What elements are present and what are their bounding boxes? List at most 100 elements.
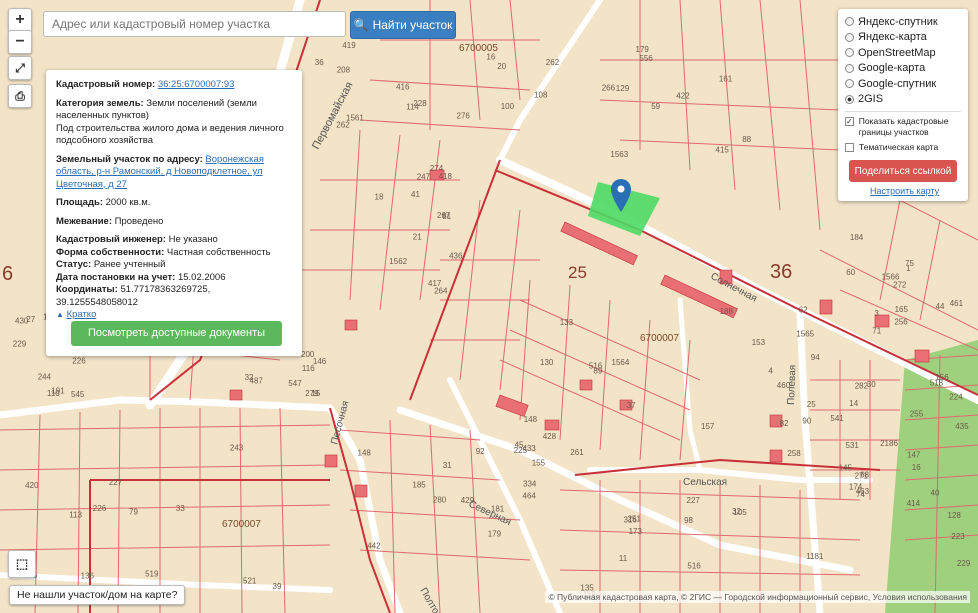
radio-icon[interactable]: [845, 48, 854, 58]
layer-option-label: Яндекс-спутник: [858, 15, 938, 28]
parcel-number: 433: [522, 444, 536, 453]
configure-map-link[interactable]: Настроить карту: [870, 186, 939, 196]
parcel-number: 156: [935, 373, 949, 382]
block-number-36: 36: [770, 261, 792, 283]
survey-value: Проведено: [114, 215, 164, 227]
borders-checkbox-row[interactable]: ✓ Показать кадастровые границы участков: [845, 116, 961, 138]
parcel-number: 418: [439, 172, 453, 181]
print-icon[interactable]: ⎙: [8, 84, 32, 108]
fullscreen-icon[interactable]: ⤢: [8, 56, 32, 80]
search-input[interactable]: [43, 11, 346, 37]
cadastral-number-link[interactable]: 36:25:6700007:93: [158, 79, 235, 90]
parcel-number: 62: [799, 306, 808, 315]
parcel-number: 243: [230, 443, 244, 452]
parcel-number: 1181: [806, 552, 824, 561]
parcel-number: 229: [13, 340, 27, 349]
parcel-number: 416: [396, 83, 410, 92]
parcel-number: 208: [337, 66, 351, 75]
coords-label: Координаты:: [56, 284, 118, 295]
layer-option-label: 2GIS: [858, 93, 884, 106]
parcel-number: 33: [176, 504, 185, 513]
parcel-number: 226: [93, 504, 107, 513]
parcel-number: 157: [701, 422, 715, 431]
layer-option[interactable]: Яндекс-спутник: [845, 14, 961, 30]
parcel-number: 39: [273, 582, 282, 591]
parcel-number: 44: [936, 302, 945, 311]
search-button[interactable]: 🔍 Найти участок: [350, 11, 456, 39]
purpose-value: Под строительства жилого дома и ведения …: [56, 122, 284, 147]
thematic-checkbox-row[interactable]: Тематическая карта: [845, 142, 961, 153]
parcel-number: 30: [867, 380, 876, 389]
parcel-number: 430: [15, 317, 29, 326]
parcel-number: 113: [69, 511, 82, 520]
engineer-label: Кадастровый инженер:: [56, 234, 166, 245]
street-label-selskaya: Сельская: [683, 477, 727, 488]
parcel-info-panel: Кадастровый номер: 36:25:6700007:93 Кате…: [46, 70, 302, 356]
parcel-number: 420: [25, 481, 39, 490]
radio-icon[interactable]: [845, 94, 854, 104]
layer-option[interactable]: Google-спутник: [845, 76, 961, 92]
borders-checkbox-label: Показать кадастровые границы участков: [858, 116, 949, 137]
parcel-number: 136: [81, 571, 95, 580]
parcel-number: 521: [243, 577, 257, 586]
date-label: Дата постановки на учет:: [56, 271, 176, 283]
date-row: Дата постановки на учет: 15.02.2006: [56, 272, 292, 285]
ownership-label: Форма собственности:: [56, 246, 165, 258]
parcel-number: 267: [437, 211, 451, 220]
parcel-number: 414: [907, 499, 921, 508]
parcel-number: 25: [807, 400, 816, 409]
parcel-number: 436: [449, 252, 463, 261]
parcel-number: 258: [787, 449, 801, 458]
parcel-number: 429: [461, 496, 475, 505]
radio-icon[interactable]: [845, 79, 854, 89]
parcel-number: 428: [543, 432, 557, 441]
category-label: Категория земель:: [56, 97, 144, 109]
zoom-in-button[interactable]: +: [8, 8, 32, 32]
brief-link[interactable]: Кратко: [67, 309, 97, 320]
parcel-number: 1562: [389, 257, 407, 266]
select-area-icon[interactable]: ⬚: [8, 550, 36, 578]
parcel-number: 1566: [882, 273, 900, 282]
parcel-number: 3: [874, 309, 879, 318]
share-link-button[interactable]: Поделиться ссылкой: [849, 160, 957, 182]
map-attribution: © Публичная кадастровая карта, © 2ГИС — …: [545, 591, 970, 603]
layer-option[interactable]: Google-карта: [845, 61, 961, 77]
radio-icon[interactable]: [845, 32, 854, 42]
block-number-6: 6: [2, 263, 13, 285]
layer-option[interactable]: Яндекс-карта: [845, 30, 961, 46]
parcel-number: 264: [434, 286, 448, 295]
parcel-number: 21: [413, 233, 422, 242]
parcel-number: 153: [752, 338, 766, 347]
parcel-number: 116: [302, 364, 315, 373]
parcel-number: 75: [905, 259, 914, 268]
layer-option-label: Google-спутник: [858, 77, 937, 90]
status-row: Статус: Ранее учтенный: [56, 259, 292, 272]
radio-icon[interactable]: [845, 17, 854, 27]
parcel-number: 226: [72, 356, 86, 365]
borders-checkbox[interactable]: ✓: [845, 117, 854, 126]
parcel-number: 59: [651, 102, 660, 111]
not-found-button[interactable]: Не нашли участок/дом на карте?: [9, 585, 186, 605]
parcel-number: 422: [676, 92, 690, 101]
parcel-number: 188: [720, 307, 734, 316]
cadastral-label: Кадастровый номер:: [56, 79, 156, 90]
parcel-number: 419: [342, 41, 356, 50]
address-row: Земельный участок по адресу: Воронежская…: [56, 154, 292, 192]
parcel-number: 227: [687, 496, 701, 505]
radio-icon[interactable]: [845, 63, 854, 73]
parcel-number: 282: [855, 381, 869, 390]
parcel-number: 547: [288, 379, 302, 388]
zoom-out-button[interactable]: −: [8, 30, 32, 54]
view-documents-button[interactable]: Посмотреть доступные документы: [71, 321, 282, 346]
parcel-number: 148: [524, 415, 538, 424]
layer-option[interactable]: 2GIS: [845, 92, 961, 108]
parcel-number: 261: [570, 448, 584, 457]
layer-option[interactable]: OpenStreetMap: [845, 45, 961, 61]
thematic-checkbox[interactable]: [845, 143, 854, 152]
parcel-number: 228: [413, 99, 427, 108]
quarter-label-6700007-a: 6700007: [640, 333, 679, 344]
ownership-value: Частная собственность: [166, 246, 271, 258]
parcel-number: 531: [846, 441, 860, 450]
parcel-number: 541: [830, 414, 844, 423]
status-value: Ранее учтенный: [93, 259, 166, 270]
